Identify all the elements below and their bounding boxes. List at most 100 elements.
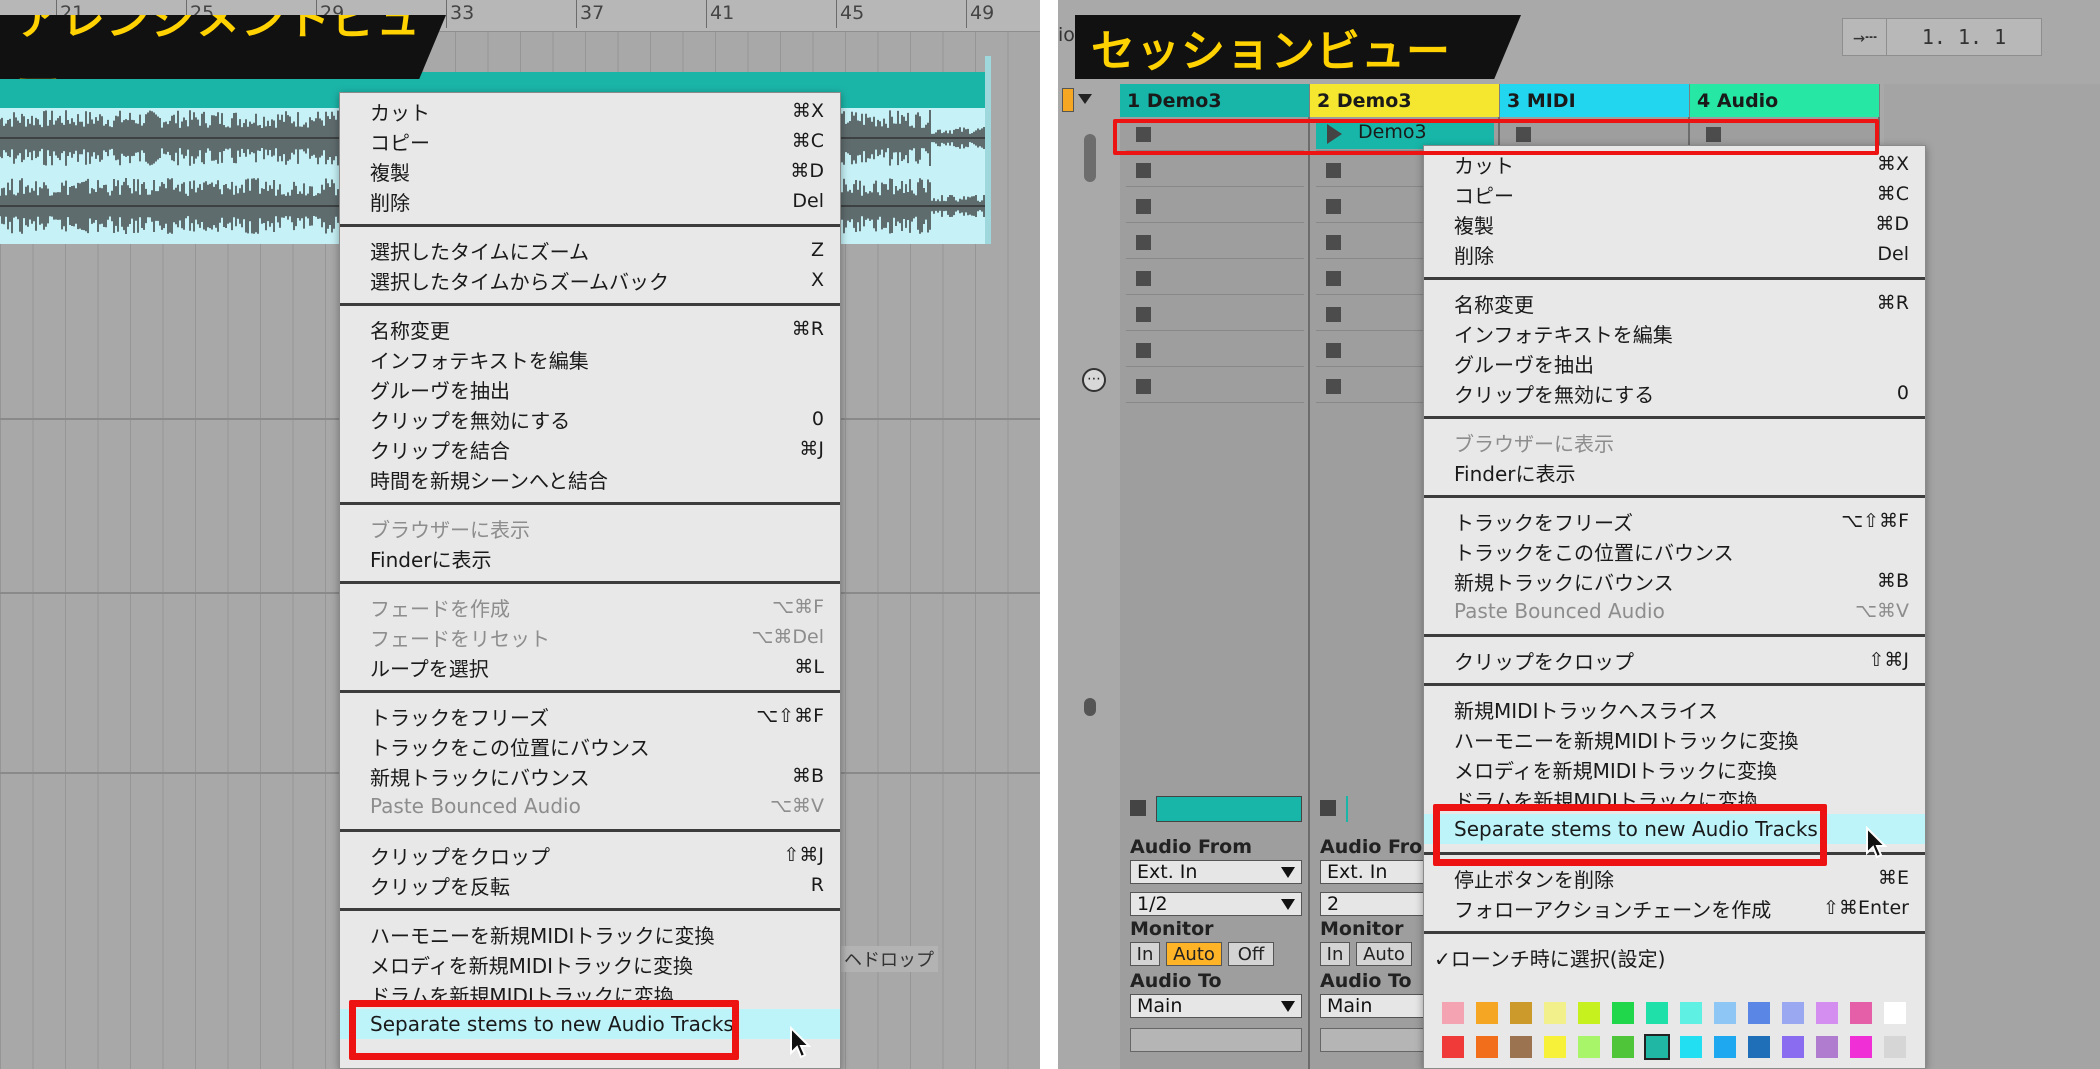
menu-item[interactable]: フォローアクションチェーンを作成 ⇧⌘Enter [1424, 893, 1925, 923]
menu-item[interactable]: トラックをこの位置にバウンス [340, 731, 840, 761]
stop-button-icon[interactable] [1136, 235, 1151, 250]
color-swatch[interactable] [1544, 1002, 1566, 1024]
color-swatch[interactable] [1782, 1036, 1804, 1058]
input-type-select[interactable]: Ext. In [1130, 860, 1302, 884]
color-swatch[interactable] [1578, 1036, 1600, 1058]
clip-slot[interactable] [1126, 297, 1304, 331]
menu-item[interactable]: Finderに表示 [1424, 457, 1925, 487]
menu-item[interactable]: トラックをフリーズ ⌥⇧⌘F [340, 701, 840, 731]
clip-slot[interactable] [1126, 153, 1304, 187]
stop-button-icon[interactable] [1326, 199, 1341, 214]
menu-item[interactable]: メロディを新規MIDIトラックに変換 [1424, 754, 1925, 784]
track-header[interactable]: 2 Demo3 [1310, 84, 1500, 117]
menu-item[interactable]: ドラムを新規MIDIトラックに変換 [340, 979, 840, 1009]
menu-item[interactable]: ドラムを新規MIDIトラックに変換 [1424, 784, 1925, 814]
menu-item[interactable]: 選択したタイムにズーム Z [340, 235, 840, 265]
follow-icon[interactable]: →┄ [1842, 18, 1888, 56]
scene-color-tab[interactable] [1062, 88, 1074, 112]
stop-button-icon[interactable] [1326, 343, 1341, 358]
menu-item[interactable]: 選択したタイムからズームバック X [340, 265, 840, 295]
menu-item[interactable]: ローンチ時に選択(設定) [1424, 942, 1925, 972]
track-header[interactable]: 4 Audio [1690, 84, 1880, 117]
menu-item[interactable]: クリップを無効にする 0 [1424, 378, 1925, 408]
clip-slot[interactable] [1126, 261, 1304, 295]
scroll-handle-lower[interactable] [1084, 698, 1096, 716]
color-swatch[interactable] [1816, 1002, 1838, 1024]
monitor-off-button[interactable]: Off [1228, 942, 1274, 966]
input-channel-select[interactable]: 1/2 [1130, 892, 1302, 916]
color-swatch[interactable] [1680, 1036, 1702, 1058]
menu-item[interactable]: クリップを反転 R [340, 870, 840, 900]
clip-slot[interactable] [1126, 117, 1304, 151]
output-select[interactable]: Main [1130, 994, 1302, 1018]
output-select[interactable]: Main [1320, 994, 1430, 1018]
color-swatch[interactable] [1476, 1036, 1498, 1058]
clip-slot[interactable] [1126, 333, 1304, 367]
menu-item[interactable]: メロディを新規MIDIトラックに変換 [340, 949, 840, 979]
monitor-auto-button[interactable]: Auto [1356, 942, 1412, 966]
monitor-in-button[interactable]: In [1130, 942, 1160, 966]
stop-button-icon[interactable] [1136, 343, 1151, 358]
stop-button-icon[interactable] [1706, 127, 1721, 142]
menu-item[interactable]: ハーモニーを新規MIDIトラックに変換 [340, 919, 840, 949]
clip-slot[interactable] [1126, 189, 1304, 223]
menu-item[interactable]: ループを選択 ⌘L [340, 652, 840, 682]
output-channel-box[interactable] [1130, 1028, 1302, 1052]
color-swatch[interactable] [1578, 1002, 1600, 1024]
track-header[interactable]: 1 Demo3 [1120, 84, 1310, 117]
color-swatch[interactable] [1884, 1002, 1906, 1024]
chevron-down-icon[interactable] [1078, 94, 1092, 104]
color-swatch[interactable] [1544, 1036, 1566, 1058]
monitor-auto-button[interactable]: Auto [1166, 942, 1222, 966]
menu-item[interactable]: 時間を新規シーンへと結合 [340, 464, 840, 494]
stop-button-icon[interactable] [1326, 235, 1341, 250]
menu-item[interactable]: クリップを無効にする 0 [340, 404, 840, 434]
menu-item[interactable]: クリップをクロップ ⇧⌘J [340, 840, 840, 870]
stop-clips-icon[interactable] [1130, 800, 1146, 816]
stop-button-icon[interactable] [1326, 307, 1341, 322]
scroll-handle[interactable] [1084, 134, 1096, 182]
input-channel-select[interactable]: 2 [1320, 892, 1430, 916]
stop-button-icon[interactable] [1326, 163, 1341, 178]
menu-item[interactable]: インフォテキストを編集 [340, 344, 840, 374]
menu-item[interactable]: 複製 ⌘D [1424, 209, 1925, 239]
stop-button-icon[interactable] [1326, 271, 1341, 286]
color-swatch[interactable] [1510, 1002, 1532, 1024]
menu-item[interactable]: カット ⌘X [340, 96, 840, 126]
menu-item[interactable]: カット ⌘X [1424, 149, 1925, 179]
stop-button-icon[interactable] [1136, 307, 1151, 322]
stop-button-icon[interactable] [1136, 163, 1151, 178]
menu-item[interactable]: グルーヴを抽出 [340, 374, 840, 404]
menu-item[interactable]: 削除 Del [340, 186, 840, 216]
color-swatch[interactable] [1442, 1036, 1464, 1058]
color-swatch[interactable] [1680, 1002, 1702, 1024]
more-options-icon[interactable]: ⋯ [1082, 368, 1106, 392]
stop-button-icon[interactable] [1136, 271, 1151, 286]
clip-slot[interactable] [1126, 369, 1304, 403]
menu-item[interactable]: トラックをこの位置にバウンス [1424, 536, 1925, 566]
menu-item[interactable]: Separate stems to new Audio Tracks [340, 1009, 840, 1039]
output-channel-box[interactable] [1320, 1028, 1430, 1052]
color-swatch[interactable] [1612, 1002, 1634, 1024]
input-type-select[interactable]: Ext. In [1320, 860, 1430, 884]
color-swatch[interactable] [1442, 1002, 1464, 1024]
color-swatch[interactable] [1748, 1036, 1770, 1058]
menu-item[interactable]: 新規トラックにバウンス ⌘B [340, 761, 840, 791]
color-swatch[interactable] [1714, 1002, 1736, 1024]
clip-end-marker[interactable] [985, 56, 991, 244]
color-swatch[interactable] [1850, 1036, 1872, 1058]
monitor-in-button[interactable]: In [1320, 942, 1350, 966]
stop-button-icon[interactable] [1136, 379, 1151, 394]
color-swatch[interactable] [1782, 1002, 1804, 1024]
menu-item[interactable]: 新規MIDIトラックへスライス [1424, 694, 1925, 724]
menu-item[interactable]: 名称変更 ⌘R [340, 314, 840, 344]
color-swatch[interactable] [1646, 1002, 1668, 1024]
stop-clips-icon[interactable] [1320, 800, 1336, 816]
menu-item[interactable]: ハーモニーを新規MIDIトラックに変換 [1424, 724, 1925, 754]
stop-button-icon[interactable] [1326, 379, 1341, 394]
color-swatch[interactable] [1714, 1036, 1736, 1058]
menu-item[interactable]: コピー ⌘C [1424, 179, 1925, 209]
menu-item[interactable]: トラックをフリーズ ⌥⇧⌘F [1424, 506, 1925, 536]
menu-item[interactable]: 停止ボタンを削除 ⌘E [1424, 863, 1925, 893]
color-swatch[interactable] [1510, 1036, 1532, 1058]
